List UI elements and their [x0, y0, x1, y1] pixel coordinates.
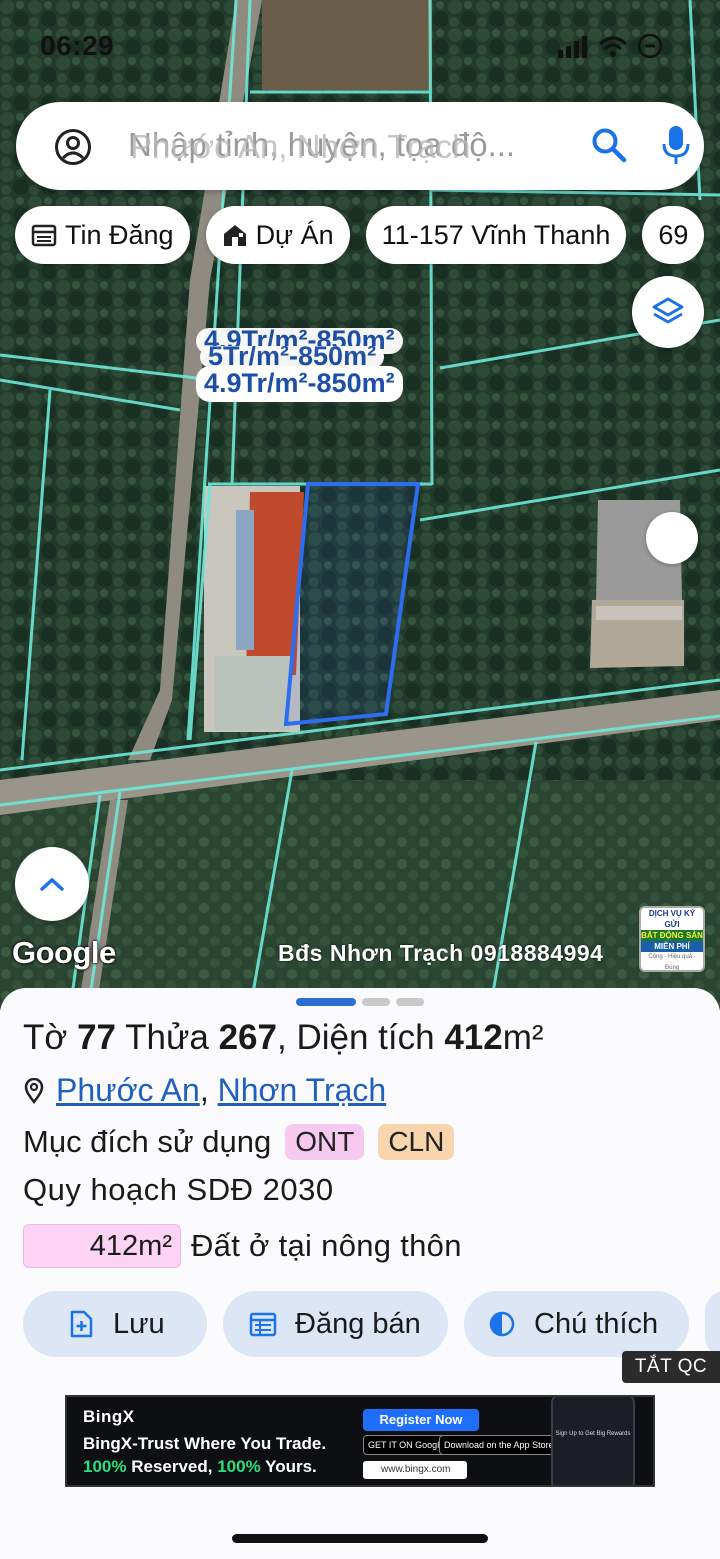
calendar-list-icon	[249, 1312, 277, 1337]
chip-label: Tin Đăng	[65, 219, 174, 250]
home-indicator[interactable]	[232, 1534, 488, 1543]
action-buttons: Lưu Đăng bán Chú thích	[23, 1291, 720, 1357]
chip-label: Dự Án	[255, 219, 334, 250]
post-sale-button[interactable]: Đăng bán	[223, 1291, 448, 1357]
price-tag[interactable]: 4.9Tr/m²-850m²	[196, 366, 403, 402]
land-code-badge[interactable]: ONT	[285, 1124, 365, 1160]
battery-icon	[638, 34, 663, 58]
close-ad-button[interactable]: TẮT QC	[622, 1351, 720, 1383]
chip-listings[interactable]: Tin Đăng	[15, 206, 190, 264]
pager-dot[interactable]	[396, 998, 424, 1006]
mini-ad-line: Công - Hiệu quả - Đúng	[648, 954, 696, 971]
search-bar[interactable]: Nhập tỉnh, huyện, tọa độ... Phước An, Nh…	[16, 102, 704, 190]
layers-icon	[652, 297, 684, 324]
contrast-icon	[489, 1311, 515, 1337]
ad-url[interactable]: www.bingx.com	[363, 1461, 467, 1479]
land-use-purpose: Mục đích sử dụng ONT CLN	[23, 1124, 455, 1160]
house-icon	[223, 225, 246, 246]
sheet-label: Tờ	[23, 1018, 68, 1057]
legend-button[interactable]: Chú thích	[464, 1291, 689, 1357]
mini-ad-line: BẤT ĐỘNG SẢN	[641, 930, 703, 941]
filter-chips: Tin Đăng Dự Án 11-157 Vĩnh Thanh 69	[15, 206, 720, 266]
button-label: Chú thích	[534, 1307, 659, 1340]
ward-link[interactable]: Phước An	[56, 1072, 200, 1108]
area-label: , Diện tích	[277, 1018, 435, 1057]
chip-projects[interactable]: Dự Án	[205, 206, 350, 264]
pager-dot[interactable]	[362, 998, 390, 1006]
search-icon[interactable]	[590, 126, 628, 164]
mini-ad-line: MIỄN PHÍ	[641, 941, 703, 952]
land-code-badge[interactable]: CLN	[378, 1124, 455, 1160]
chip-more[interactable]: 69	[642, 206, 705, 264]
purpose-label: Mục đích sử dụng	[23, 1124, 272, 1159]
signal-icon	[558, 36, 587, 58]
ad-headline: BingX-Trust Where You Trade.	[83, 1434, 327, 1453]
search-ghost-text: Phước An, Nhơn Trạch	[130, 128, 471, 164]
ad-banner[interactable]: BingX BingX-Trust Where You Trade. 100% …	[65, 1395, 655, 1487]
ad-register-button[interactable]: Register Now	[363, 1409, 479, 1431]
sheet-pager[interactable]	[296, 998, 424, 1006]
chip-location[interactable]: 11-157 Vĩnh Thanh	[365, 206, 627, 264]
planning-area-label: Đất ở tại nông thôn	[191, 1228, 462, 1263]
map-marker[interactable]	[646, 512, 698, 564]
button-label: Lưu	[113, 1307, 165, 1340]
chip-label: 69	[658, 219, 689, 250]
wifi-icon	[598, 36, 628, 57]
ad-brand: BingX	[83, 1407, 135, 1426]
button-label: Đăng bán	[295, 1307, 421, 1340]
parcel-info-sheet[interactable]: Tờ 77 Thửa 267, Diện tích 412m² Phước An…	[0, 988, 720, 1559]
sheet-number: 77	[77, 1018, 117, 1057]
account-icon[interactable]	[54, 128, 92, 166]
app-store-badge[interactable]: Download on the App Store	[439, 1435, 559, 1455]
area-unit: m²	[502, 1018, 544, 1057]
area-value: 412	[444, 1018, 503, 1057]
planning-area-swatch: 412m²	[23, 1224, 181, 1268]
calendar-list-icon	[31, 224, 57, 247]
ad-tagline-part: 100%	[83, 1457, 127, 1476]
chip-label: 11-157 Vĩnh Thanh	[381, 219, 611, 250]
ad-tagline-part: 100%	[217, 1457, 261, 1476]
mini-ad-line: DỊCH VỤ KÝ GỬI	[641, 908, 703, 930]
file-add-icon	[70, 1310, 93, 1338]
location-pin-icon	[24, 1077, 44, 1104]
planning-area-row: 412m² Đất ở tại nông thôn	[23, 1224, 462, 1268]
status-time: 06:29	[40, 30, 115, 61]
lot-label: Thửa	[125, 1018, 209, 1057]
more-action-button[interactable]	[705, 1291, 720, 1357]
search-input[interactable]: Nhập tỉnh, huyện, tọa độ... Phước An, Nh…	[128, 126, 558, 164]
status-icons	[558, 34, 664, 58]
ad-tagline: 100% Reserved, 100% Yours.	[83, 1457, 317, 1477]
chevron-up-icon	[40, 877, 64, 891]
district-link[interactable]: Nhơn Trạch	[218, 1072, 387, 1108]
pager-dot-active[interactable]	[296, 998, 356, 1006]
microphone-icon[interactable]	[660, 124, 692, 166]
google-logo: Google	[12, 935, 116, 970]
map-view[interactable]: 06:29 Nhập tỉnh, huyện, tọa độ... Phước …	[0, 0, 720, 1010]
price-tag[interactable]: 5Tr/m²-850m²	[200, 346, 385, 368]
mini-ad-thumbnail[interactable]: DỊCH VỤ KÝ GỬI BẤT ĐỘNG SẢN MIỄN PHÍ Côn…	[639, 906, 705, 972]
lot-number: 267	[218, 1018, 277, 1057]
ad-phone-text: Sign Up to Get Big Rewards	[555, 1431, 631, 1437]
app-root: 06:29 Nhập tỉnh, huyện, tọa độ... Phước …	[0, 0, 720, 1559]
planning-label: Quy hoạch SDĐ 2030	[23, 1172, 334, 1207]
layers-button[interactable]	[632, 276, 704, 348]
ad-phone-mockup: Sign Up to Get Big Rewards	[551, 1397, 635, 1485]
parcel-title: Tờ 77 Thửa 267, Diện tích 412m²	[23, 1018, 544, 1058]
save-button[interactable]: Lưu	[23, 1291, 207, 1357]
status-bar: 06:29	[0, 0, 720, 90]
parcel-location: Phước An, Nhơn Trạch	[24, 1072, 386, 1109]
ad-tagline-part: Reserved,	[126, 1457, 218, 1476]
expand-up-button[interactable]	[15, 847, 89, 921]
map-watermark: Bđs Nhơn Trạch 0918884994	[278, 940, 604, 966]
ad-tagline-part: Yours.	[260, 1457, 317, 1476]
